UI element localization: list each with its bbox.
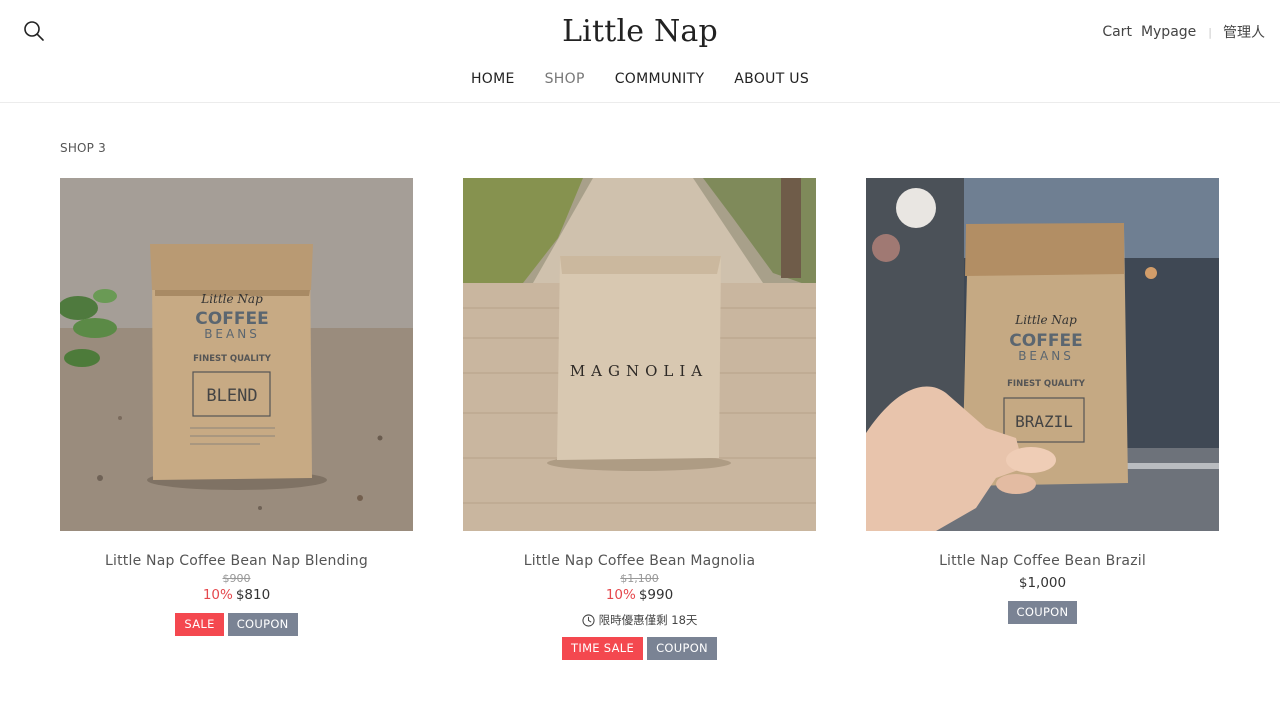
site-logo: Little Nap: [0, 14, 1280, 49]
discount-percent: 10%: [605, 587, 636, 603]
admin-link[interactable]: 管理人: [1223, 22, 1265, 42]
nav-community[interactable]: COMMUNITY: [615, 71, 705, 87]
svg-text:Little Nap: Little Nap: [1014, 313, 1077, 327]
svg-text:BEANS: BEANS: [204, 327, 260, 341]
breadcrumb: SHOP 3: [60, 141, 106, 155]
product-image[interactable]: MAGNOLIA: [463, 178, 816, 531]
sale-countdown: 限時優惠僅剩 18天: [463, 612, 816, 628]
svg-text:BLEND: BLEND: [206, 386, 257, 406]
product-name[interactable]: Little Nap Coffee Bean Nap Blending: [60, 553, 413, 569]
original-price: $1,100: [620, 572, 659, 585]
nav-about-us[interactable]: ABOUT US: [734, 71, 809, 87]
svg-text:COFFEE: COFFEE: [195, 309, 268, 329]
svg-text:BEANS: BEANS: [1018, 349, 1074, 363]
sale-badge: SALE: [175, 613, 224, 636]
svg-text:FINEST QUALITY: FINEST QUALITY: [193, 354, 272, 364]
product-name[interactable]: Little Nap Coffee Bean Brazil: [866, 553, 1219, 569]
util-separator: |: [1208, 25, 1212, 39]
utility-links: Cart Mypage | 管理人: [1102, 22, 1265, 42]
coupon-badge: COUPON: [227, 613, 298, 636]
svg-text:Little Nap: Little Nap: [200, 292, 263, 306]
site-header: Little Nap Cart Mypage | 管理人 HOME SHOP C…: [0, 0, 1280, 103]
discount-percent: 10%: [202, 587, 233, 603]
countdown-text: 限時優惠僅剩 18天: [598, 613, 698, 627]
main-nav: HOME SHOP COMMUNITY ABOUT US: [0, 71, 1280, 87]
original-price: $900: [222, 572, 251, 585]
product-image[interactable]: Little Nap COFFEE BEANS FINEST QUALITY B…: [866, 178, 1219, 531]
badge-group: COUPON: [866, 601, 1219, 624]
time-sale-badge: TIME SALE: [562, 637, 644, 660]
svg-text:COFFEE: COFFEE: [1009, 331, 1082, 351]
badge-group: TIME SALE COUPON: [463, 637, 816, 660]
coupon-badge: COUPON: [1007, 601, 1078, 624]
clock-icon: [582, 613, 595, 627]
product-card: MAGNOLIA Little Nap Coffee Bean Magnolia…: [463, 178, 816, 660]
nav-home[interactable]: HOME: [471, 71, 515, 87]
svg-text:FINEST QUALITY: FINEST QUALITY: [1007, 379, 1086, 389]
price-row: 10% $990: [463, 587, 816, 603]
mypage-link[interactable]: Mypage: [1141, 24, 1196, 40]
price-row: 10% $810: [60, 587, 413, 603]
product-image[interactable]: Little Nap COFFEE BEANS FINEST QUALITY B…: [60, 178, 413, 531]
badge-group: SALE COUPON: [60, 613, 413, 636]
logo-link[interactable]: Little Nap: [562, 14, 718, 49]
nav-shop[interactable]: SHOP: [545, 71, 585, 87]
cart-link[interactable]: Cart: [1102, 24, 1132, 40]
product-name[interactable]: Little Nap Coffee Bean Magnolia: [463, 553, 816, 569]
coupon-badge: COUPON: [647, 637, 717, 660]
bag-label: MAGNOLIA: [570, 362, 708, 380]
sale-price: $810: [235, 587, 271, 603]
product-card: Little Nap COFFEE BEANS FINEST QUALITY B…: [866, 178, 1219, 624]
svg-text:BRAZIL: BRAZIL: [1015, 412, 1073, 431]
product-card: Little Nap COFFEE BEANS FINEST QUALITY B…: [60, 178, 413, 636]
sale-price: $990: [638, 587, 674, 603]
product-price: $1,000: [1018, 575, 1067, 591]
